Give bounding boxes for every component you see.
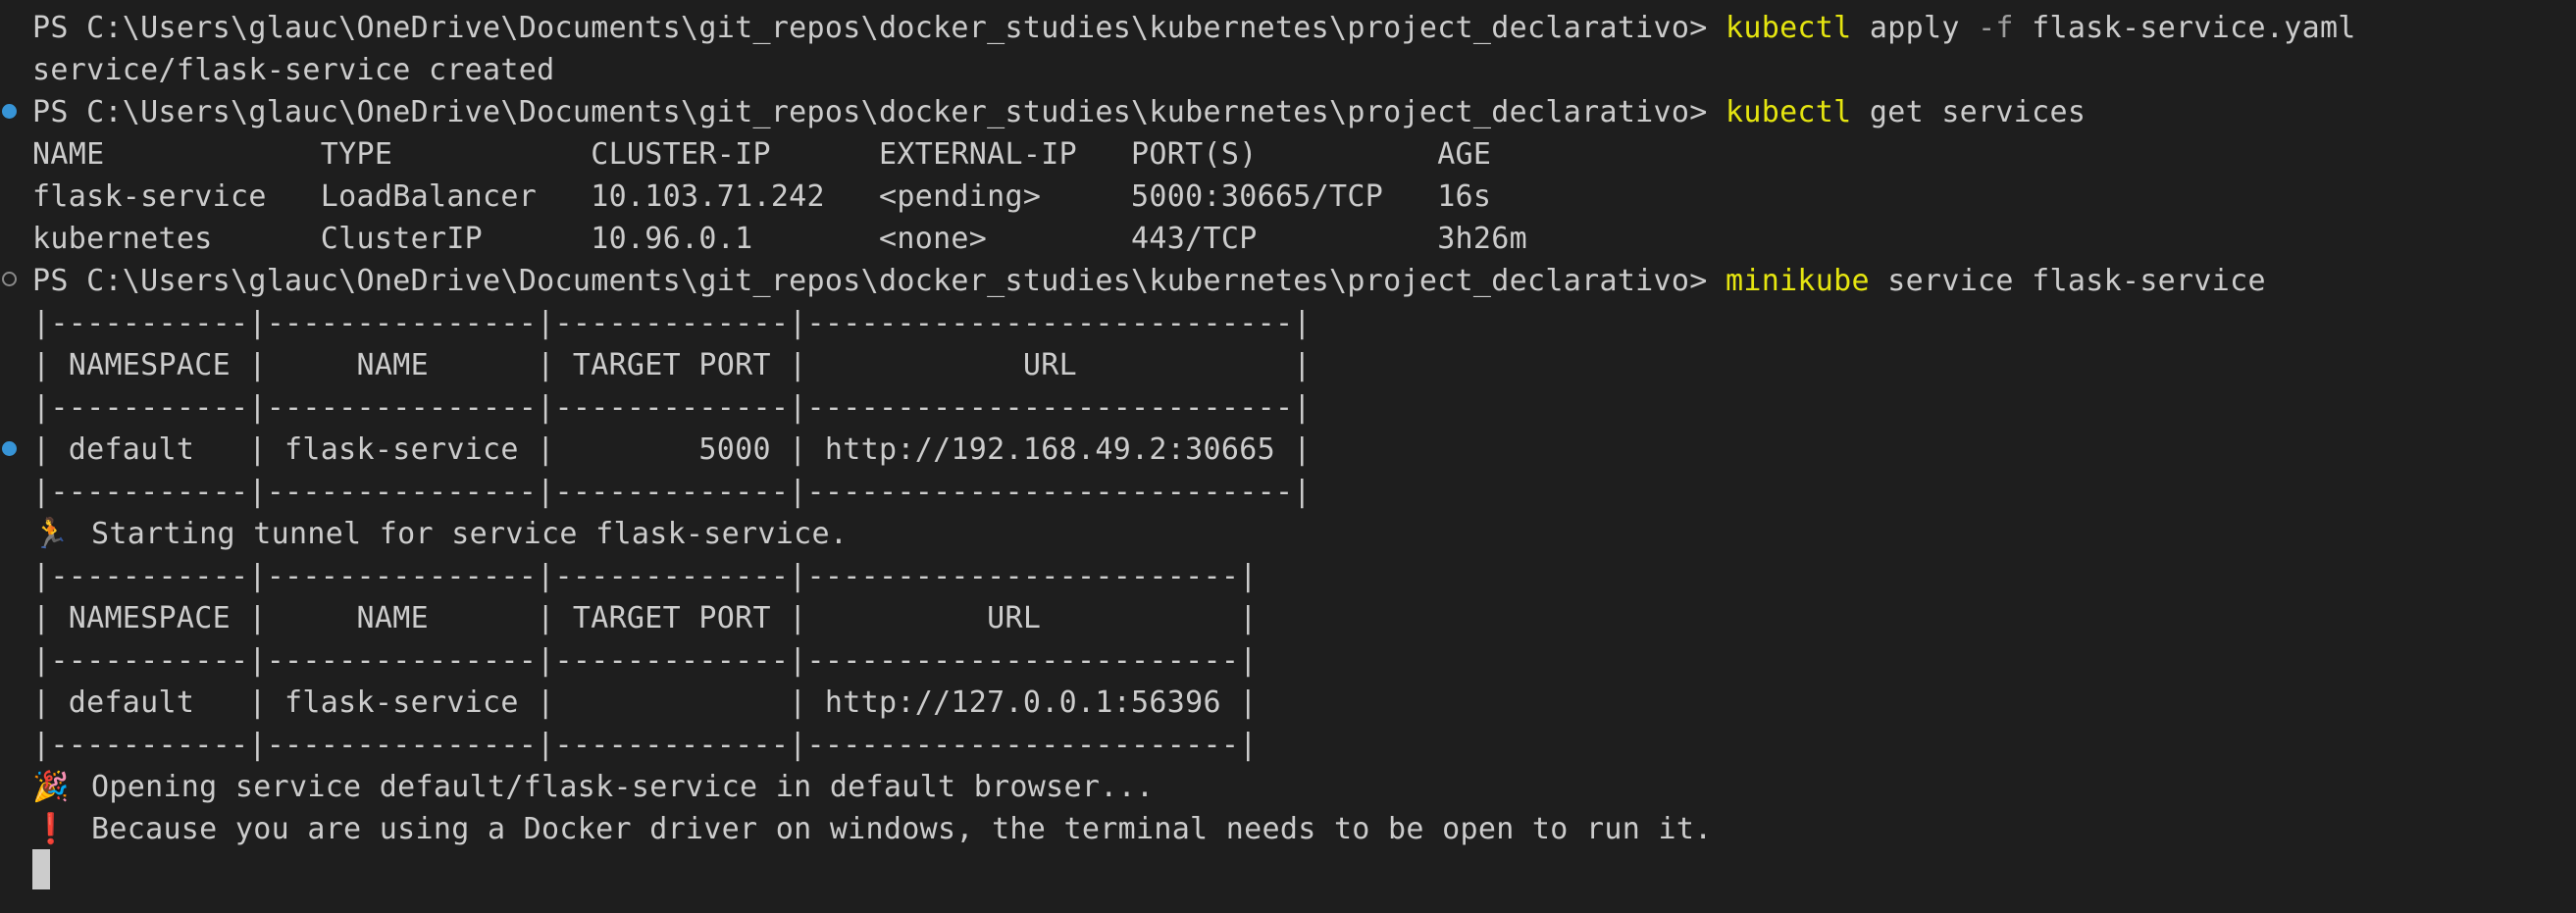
party-popper-icon: 🎉 xyxy=(32,770,70,804)
services-header: NAME TYPE CLUSTER-IP EXTERNAL-IP PORT(S)… xyxy=(32,137,1492,172)
line-decoration-icon[interactable] xyxy=(2,441,17,456)
command-args: get services xyxy=(1851,95,2087,129)
prompt: PS C:\Users\glauc\OneDrive\Documents\git… xyxy=(32,11,1726,45)
services-row: kubernetes ClusterIP 10.96.0.1 <none> 44… xyxy=(32,222,1528,256)
table1-border: |-----------|---------------|-----------… xyxy=(32,306,1312,340)
warning-message-line: ❗ Because you are using a Docker driver o… xyxy=(32,808,1713,850)
command-line-get-services: PS C:\Users\glauc\OneDrive\Documents\git… xyxy=(32,91,2086,133)
table2-header: | NAMESPACE | NAME | TARGET PORT | URL | xyxy=(32,601,1258,635)
terminal-cursor[interactable] xyxy=(32,849,50,889)
command-program: kubectl xyxy=(1725,11,1852,45)
command-line-apply: PS C:\Users\glauc\OneDrive\Documents\git… xyxy=(32,7,2356,49)
table2-border: |-----------|---------------|-----------… xyxy=(32,559,1258,593)
table2-row: | default | flask-service | | http://127… xyxy=(32,685,1258,720)
command-decoration-running-icon[interactable] xyxy=(2,272,17,286)
output-line: service/flask-service created xyxy=(32,53,555,87)
command-program: kubectl xyxy=(1725,95,1852,129)
prompt: PS C:\Users\glauc\OneDrive\Documents\git… xyxy=(32,264,1726,298)
prompt: PS C:\Users\glauc\OneDrive\Documents\git… xyxy=(32,95,1726,129)
command-program: minikube xyxy=(1725,264,1870,298)
services-row: flask-service LoadBalancer 10.103.71.242… xyxy=(32,179,1492,214)
table2-border: |-----------|---------------|-----------… xyxy=(32,643,1258,678)
command-args: apply xyxy=(1869,11,1979,45)
command-line-minikube: PS C:\Users\glauc\OneDrive\Documents\git… xyxy=(32,260,2266,302)
table1-border: |-----------|---------------|-----------… xyxy=(32,475,1312,509)
opening-message-line: 🎉 Opening service default/flask-service i… xyxy=(32,766,1154,808)
command-file: flask-service.yaml xyxy=(2013,11,2356,45)
table2-border: |-----------|---------------|-----------… xyxy=(32,728,1258,762)
exclamation-icon: ❗ xyxy=(32,812,70,846)
command-args: service flask-service xyxy=(1869,264,2266,298)
terminal-panel[interactable]: PS C:\Users\glauc\OneDrive\Documents\git… xyxy=(0,0,2576,913)
command-flag: -f xyxy=(1978,11,2014,45)
tunnel-message: Starting tunnel for service flask-servic… xyxy=(91,517,849,551)
table1-border: |-----------|---------------|-----------… xyxy=(32,390,1312,425)
runner-icon: 🏃 xyxy=(32,517,70,551)
warning-message: Because you are using a Docker driver on… xyxy=(91,812,1713,846)
command-decoration-success-icon[interactable] xyxy=(2,104,17,119)
opening-message: Opening service default/flask-service in… xyxy=(91,770,1155,804)
table1-row: | default | flask-service | 5000 | http:… xyxy=(32,432,1312,467)
table1-header: | NAMESPACE | NAME | TARGET PORT | URL | xyxy=(32,348,1312,382)
tunnel-message-line: 🏃 Starting tunnel for service flask-servi… xyxy=(32,513,848,555)
